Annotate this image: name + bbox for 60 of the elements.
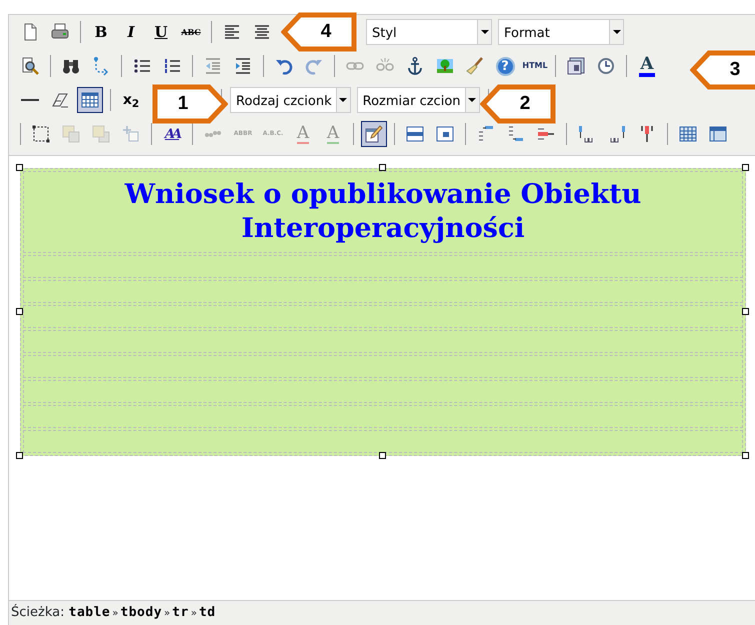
table-grid-icon	[678, 124, 698, 144]
path-link[interactable]: table	[68, 605, 110, 620]
resize-handle[interactable]	[16, 164, 23, 171]
indent-icon	[233, 56, 253, 76]
edit-attributes-icon	[364, 124, 384, 144]
subscript-button[interactable]: x$_{2}$	[118, 87, 144, 113]
path-link[interactable]: tr	[172, 605, 189, 620]
resize-handle[interactable]	[16, 308, 23, 315]
edit-attributes-button[interactable]	[361, 121, 387, 147]
numbered-list-icon	[162, 56, 182, 76]
caret-icon	[612, 30, 620, 34]
caret-icon	[468, 98, 476, 102]
callout-arrow: 1	[152, 84, 228, 124]
outdent-icon	[203, 56, 223, 76]
resize-handle[interactable]	[742, 452, 749, 459]
path-separator: »	[190, 608, 197, 619]
resize-handle[interactable]	[379, 452, 386, 459]
bold-button[interactable]: B	[88, 19, 114, 45]
table-icon	[80, 90, 100, 110]
strikethrough-button[interactable]: ABC	[178, 19, 204, 45]
style-properties-button[interactable]: AA	[159, 121, 185, 147]
merge-cells-icon	[708, 124, 728, 144]
horizontal-rule-icon	[20, 99, 40, 101]
dropdown[interactable]: Format	[498, 19, 624, 45]
row-properties-icon	[405, 124, 425, 144]
clock-icon	[596, 56, 616, 76]
absolute-position-icon	[121, 124, 141, 144]
tree-image-icon	[435, 56, 455, 76]
replace-icon	[91, 56, 111, 76]
cell-properties-icon	[435, 124, 455, 144]
resize-handle[interactable]	[742, 308, 749, 315]
path-link[interactable]: tbody	[120, 605, 162, 620]
callout-arrow: 2	[480, 84, 556, 124]
path-label: Ścieżka:	[11, 605, 66, 620]
underline-button[interactable]: U	[148, 19, 174, 45]
document-title: Wniosek o opublikowanie Obiektu Interoperacyjności	[124, 178, 642, 246]
dropdown[interactable]: Rodzaj czcionk	[230, 87, 351, 113]
resize-handle[interactable]	[379, 164, 386, 171]
insert-row-after-icon	[506, 124, 526, 144]
callout-arrow: 4	[281, 12, 357, 52]
path-separator: »	[112, 608, 118, 619]
anchor-icon	[405, 56, 425, 76]
brush-icon	[465, 56, 485, 76]
table-button[interactable]	[77, 87, 103, 113]
dropdown[interactable]: Styl	[366, 19, 492, 45]
path-link[interactable]: td	[198, 605, 216, 620]
preview-icon	[20, 56, 40, 76]
text-color-button[interactable]: A	[634, 53, 660, 79]
path-separator: »	[164, 608, 170, 619]
resize-handle[interactable]	[742, 164, 749, 171]
send-backward-icon	[91, 124, 111, 144]
html-source-button[interactable]: HTML	[522, 53, 548, 79]
layer-icon	[31, 124, 51, 144]
resize-handle[interactable]	[16, 452, 23, 459]
dropdown[interactable]: Rozmiar czcion	[356, 87, 480, 113]
caret-icon	[480, 30, 488, 34]
italic-button[interactable]: I	[118, 19, 144, 45]
callout-arrow: 3	[690, 50, 755, 90]
bring-forward-icon	[61, 124, 81, 144]
caret-icon	[339, 98, 348, 102]
